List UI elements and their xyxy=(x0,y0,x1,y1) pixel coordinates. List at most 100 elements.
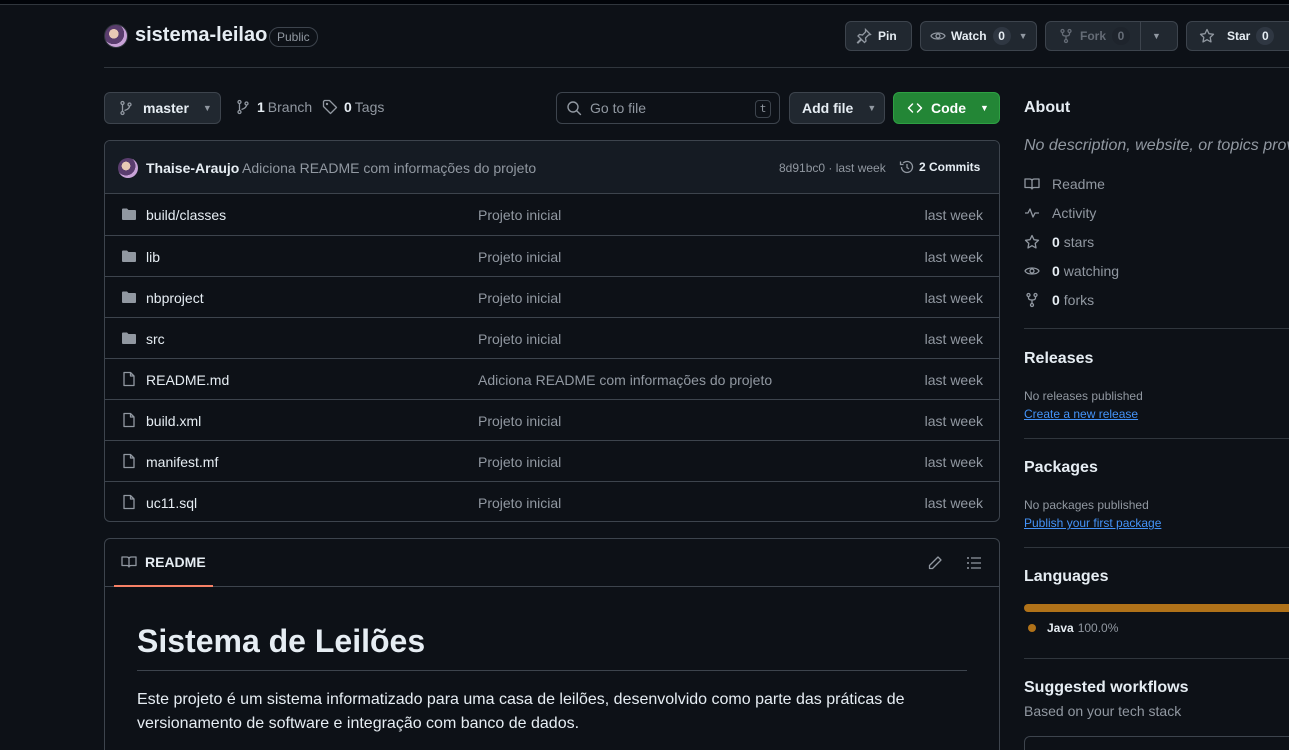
packages-heading[interactable]: Packages xyxy=(1024,459,1161,477)
add-file-button[interactable]: Add file ▼ xyxy=(789,92,885,124)
sidebar-item-watching[interactable]: 0 watching xyxy=(1024,256,1289,285)
create-release-link[interactable]: Create a new release xyxy=(1024,407,1143,421)
go-to-file-search[interactable]: t xyxy=(556,92,780,124)
table-row[interactable]: src Projeto inicial last week xyxy=(105,317,999,358)
file-name[interactable]: nbproject xyxy=(146,290,204,306)
workflow-card[interactable] xyxy=(1024,736,1289,750)
repo-name[interactable]: sistema-leilao xyxy=(135,24,267,47)
edit-icon[interactable] xyxy=(927,555,943,571)
star-button[interactable]: Star 0 xyxy=(1186,21,1289,51)
star-icon xyxy=(1199,28,1215,44)
commits-link[interactable]: 2 Commits xyxy=(899,159,980,175)
branch-icon xyxy=(118,100,134,116)
chevron-down-icon: ▼ xyxy=(1018,31,1028,41)
fork-button-group[interactable]: Fork 0 ▼ xyxy=(1045,21,1178,51)
file-commit-message[interactable]: Projeto inicial xyxy=(478,207,561,223)
file-commit-message[interactable]: Projeto inicial xyxy=(478,495,561,511)
sidebar-item-activity[interactable]: Activity xyxy=(1024,198,1289,227)
table-row[interactable]: lib Projeto inicial last week xyxy=(105,235,999,276)
forks-count: 0 xyxy=(1052,291,1060,308)
table-row[interactable]: manifest.mf Projeto inicial last week xyxy=(105,440,999,481)
file-icon xyxy=(121,494,137,510)
owner-avatar[interactable] xyxy=(104,24,128,48)
code-icon xyxy=(907,100,923,116)
readme-body: Este projeto é um sistema informatizado … xyxy=(137,691,905,732)
file-name[interactable]: src xyxy=(146,331,165,347)
table-row[interactable]: nbproject Projeto inicial last week xyxy=(105,276,999,317)
table-row[interactable]: uc11.sql Projeto inicial last week xyxy=(105,481,999,521)
file-date: last week xyxy=(924,372,983,388)
language-bar xyxy=(1024,604,1289,612)
outline-list-icon[interactable] xyxy=(966,555,982,571)
branch-icon xyxy=(235,99,251,115)
pin-icon xyxy=(856,28,872,44)
folder-icon xyxy=(121,206,137,222)
commits-label: 2 Commits xyxy=(919,160,981,174)
table-row[interactable]: build/classes Projeto inicial last week xyxy=(105,194,999,235)
file-commit-message[interactable]: Projeto inicial xyxy=(478,413,561,429)
star-count: 0 xyxy=(1256,27,1275,45)
pin-label: Pin xyxy=(878,29,897,43)
file-date: last week xyxy=(924,207,983,223)
chevron-down-icon: ▼ xyxy=(980,103,989,113)
folder-icon xyxy=(121,330,137,346)
chevron-down-icon[interactable]: ▼ xyxy=(1152,31,1161,41)
releases-heading[interactable]: Releases xyxy=(1024,350,1143,368)
pulse-icon xyxy=(1024,205,1040,221)
tab-readme[interactable]: README xyxy=(114,539,213,587)
stars-count: 0 xyxy=(1052,233,1060,250)
about-description: No description, website, or topics provi… xyxy=(1024,137,1289,154)
eye-icon xyxy=(930,28,946,44)
language-item-java[interactable]: Java 100.0% xyxy=(1024,621,1289,635)
commit-hash-date[interactable]: 8d91bc0 · last week xyxy=(779,161,886,175)
commit-author[interactable]: Thaise-Araujo xyxy=(146,160,239,176)
language-bar-java xyxy=(1024,604,1289,612)
code-label: Code xyxy=(931,100,966,116)
watch-label: Watch xyxy=(951,29,987,43)
table-row[interactable]: build.xml Projeto inicial last week xyxy=(105,399,999,440)
packages-section: Packages No packages published Publish y… xyxy=(1024,459,1161,530)
visibility-badge: Public xyxy=(269,27,318,47)
file-name[interactable]: lib xyxy=(146,249,160,265)
file-commit-message[interactable]: Adiciona README com informações do proje… xyxy=(478,372,772,388)
header-divider xyxy=(104,67,1289,68)
file-icon xyxy=(121,371,137,387)
shortcut-hint: t xyxy=(755,100,771,118)
file-name[interactable]: README.md xyxy=(146,372,229,388)
packages-empty: No packages published xyxy=(1024,498,1149,512)
branch-count: 1 xyxy=(257,99,265,115)
file-name[interactable]: build/classes xyxy=(146,207,226,223)
file-icon xyxy=(121,412,137,428)
search-input[interactable] xyxy=(590,100,740,116)
watch-button[interactable]: Watch 0 ▼ xyxy=(920,21,1037,51)
watching-count: 0 xyxy=(1052,262,1060,279)
star-label: Star xyxy=(1227,29,1251,43)
publish-package-link[interactable]: Publish your first package xyxy=(1024,516,1161,530)
file-commit-message[interactable]: Projeto inicial xyxy=(478,331,561,347)
file-commit-message[interactable]: Projeto inicial xyxy=(478,290,561,306)
readme-header: README xyxy=(105,539,999,587)
file-name[interactable]: build.xml xyxy=(146,413,201,429)
branches-link[interactable]: 1 Branch xyxy=(235,99,312,115)
branch-selector[interactable]: master ▼ xyxy=(104,92,221,124)
tags-link[interactable]: 0 Tags xyxy=(322,99,384,115)
sidebar-item-forks[interactable]: 0 forks xyxy=(1024,285,1289,314)
commit-message[interactable]: Adiciona README com informações do proje… xyxy=(242,160,536,176)
commit-author-avatar[interactable] xyxy=(118,158,138,178)
pin-button[interactable]: Pin xyxy=(845,21,912,51)
file-commit-message[interactable]: Projeto inicial xyxy=(478,249,561,265)
language-name: Java xyxy=(1047,621,1074,635)
sidebar-item-readme[interactable]: Readme xyxy=(1024,169,1289,198)
file-name[interactable]: uc11.sql xyxy=(146,495,197,511)
code-button[interactable]: Code ▼ xyxy=(893,92,1000,124)
file-commit-message[interactable]: Projeto inicial xyxy=(478,454,561,470)
stars-label: stars xyxy=(1063,233,1095,250)
sidebar-item-stars[interactable]: 0 stars xyxy=(1024,227,1289,256)
about-heading: About xyxy=(1024,99,1071,116)
table-row[interactable]: README.md Adiciona README com informações… xyxy=(105,358,999,399)
file-name[interactable]: manifest.mf xyxy=(146,454,218,470)
watch-count: 0 xyxy=(992,27,1011,45)
search-icon xyxy=(566,100,582,116)
top-bar xyxy=(0,0,1289,5)
eye-icon xyxy=(1024,263,1040,279)
